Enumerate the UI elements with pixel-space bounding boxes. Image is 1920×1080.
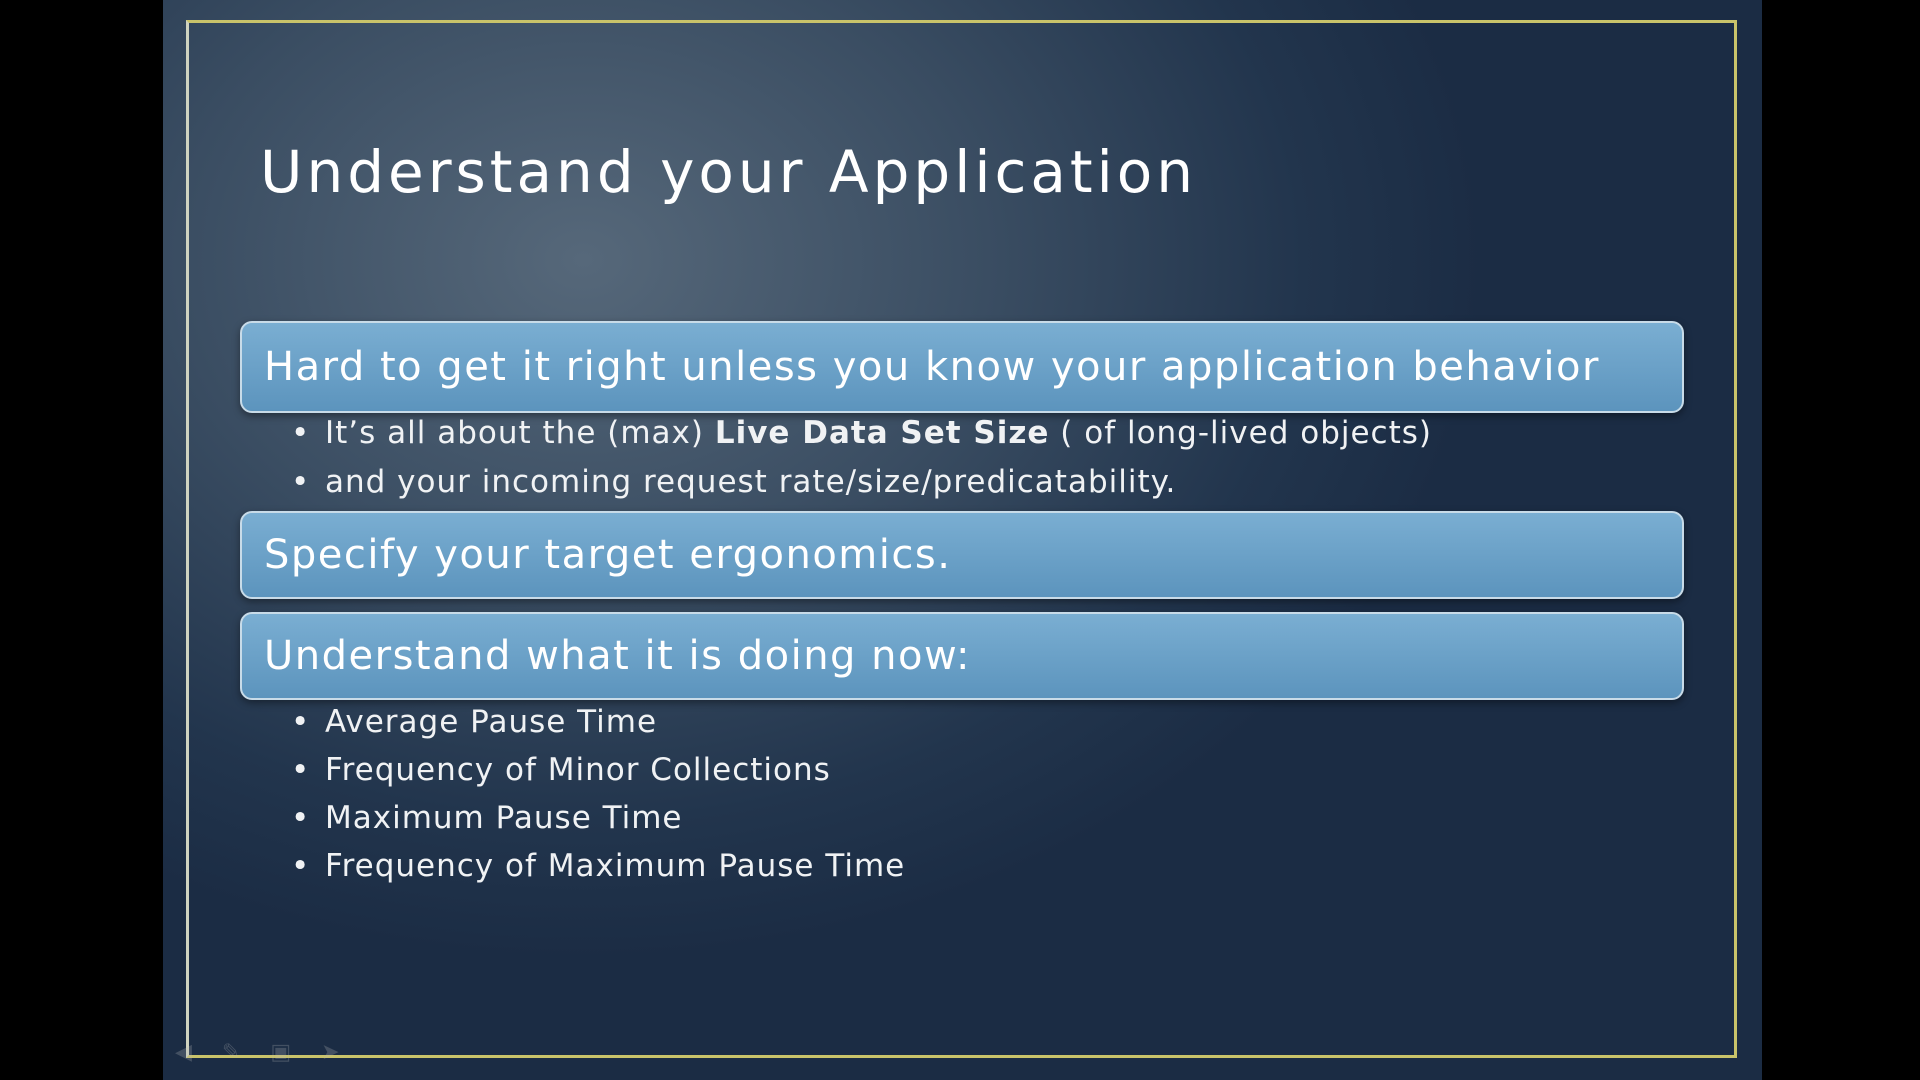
bullet-icon: •: [291, 704, 311, 740]
slide: Understand your Application Hard to get …: [163, 0, 1762, 1080]
box-know-behavior: Hard to get it right unless you know you…: [240, 321, 1684, 413]
previous-slide-icon[interactable]: ◀: [175, 1040, 192, 1065]
bullet-live-data-set: • It’s all about the (max) Live Data Set …: [291, 415, 1432, 451]
bullet-icon: •: [291, 800, 311, 836]
slide-title: Understand your Application: [260, 138, 1197, 206]
box-target-ergonomics: Specify your target ergonomics.: [240, 511, 1684, 599]
bullet-text: Frequency of Minor Collections: [325, 752, 831, 788]
bullet-text: Maximum Pause Time: [325, 800, 683, 836]
slideshow-controls: ◀ ✎ ▣ ➤: [175, 1040, 340, 1065]
bullet-average-pause: • Average Pause Time: [291, 704, 657, 740]
bullet-minor-frequency: • Frequency of Minor Collections: [291, 752, 831, 788]
bullet-text: and your incoming request rate/size/pred…: [325, 464, 1177, 500]
slide-menu-icon[interactable]: ▣: [270, 1040, 291, 1065]
bullet-text: ( of long-lived objects): [1049, 415, 1432, 451]
bullet-text: It’s all about the (max): [325, 415, 715, 451]
pen-icon[interactable]: ✎: [222, 1040, 240, 1065]
bullet-text: Average Pause Time: [325, 704, 658, 740]
next-slide-icon[interactable]: ➤: [321, 1040, 339, 1065]
bullet-icon: •: [291, 752, 311, 788]
bullet-request-rate: • and your incoming request rate/size/pre…: [291, 464, 1176, 500]
bullet-icon: •: [291, 464, 311, 500]
bullet-max-pause-frequency: • Frequency of Maximum Pause Time: [291, 848, 905, 884]
bullet-icon: •: [291, 415, 311, 451]
bullet-icon: •: [291, 848, 311, 884]
box-understand-now: Understand what it is doing now:: [240, 612, 1684, 700]
bullet-text: Frequency of Maximum Pause Time: [325, 848, 906, 884]
bullet-max-pause: • Maximum Pause Time: [291, 800, 683, 836]
bullet-bold-text: Live Data Set Size: [714, 415, 1050, 451]
